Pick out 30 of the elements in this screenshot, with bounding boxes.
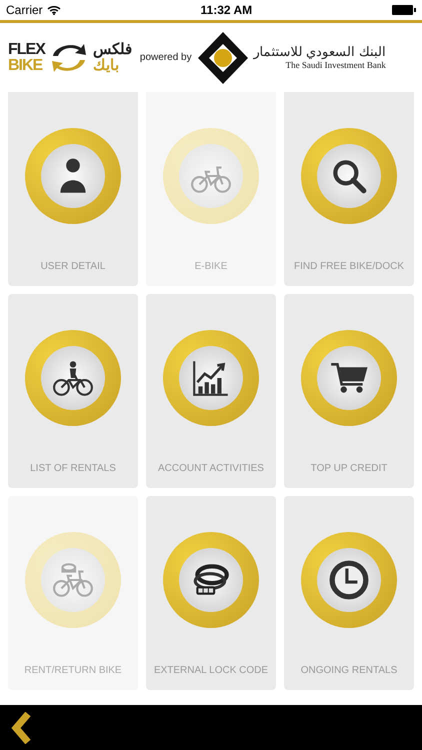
menu-tile[interactable]: ONGOING RENTALS (284, 496, 414, 690)
powered-by-label: powered by (140, 52, 192, 63)
back-chevron-icon[interactable] (10, 712, 32, 744)
tile-label: RENT/RETURN BIKE (24, 665, 122, 676)
menu-tile[interactable]: LIST OF RENTALS (8, 294, 138, 488)
menu-tile[interactable]: EXTERNAL LOCK CODE (146, 496, 276, 690)
diamond-logo (198, 32, 248, 84)
brand-wordmark: FLEX (8, 42, 45, 58)
tile-label: EXTERNAL LOCK CODE (154, 665, 268, 676)
bank-name: The Saudi Investment Bank (286, 60, 386, 70)
tile-label: TOP UP CREDIT (310, 463, 388, 474)
menu-tile[interactable]: TOP UP CREDIT (284, 294, 414, 488)
menu-tile[interactable]: FIND FREE BIKE/DOCK (284, 92, 414, 286)
status-time: 11:32 AM (200, 3, 252, 17)
brand-wordmark: BIKE (8, 58, 44, 74)
brand-arabic-wordmark: بايك (92, 58, 119, 74)
tile-label: E-BIKE (194, 261, 228, 272)
tile-label: LIST OF RENTALS (30, 463, 116, 474)
battery-icon (392, 5, 416, 15)
brand-arabic-wordmark: فلكس (92, 42, 132, 58)
tile-label: ONGOING RENTALS (300, 665, 398, 676)
tile-label: FIND FREE BIKE/DOCK (294, 261, 404, 272)
tile-label: ACCOUNT ACTIVITIES (158, 463, 264, 474)
carrier-name: Carrier (6, 3, 43, 17)
menu-tile[interactable]: ACCOUNT ACTIVITIES (146, 294, 276, 488)
clock-icon (328, 559, 370, 601)
wifi-icon (46, 5, 61, 15)
menu-tile[interactable]: USER DETAIL (8, 92, 138, 286)
tile-label: USER DETAIL (40, 261, 106, 272)
bank-arabic-name: البنك السعودي للاستثمار (254, 44, 386, 60)
